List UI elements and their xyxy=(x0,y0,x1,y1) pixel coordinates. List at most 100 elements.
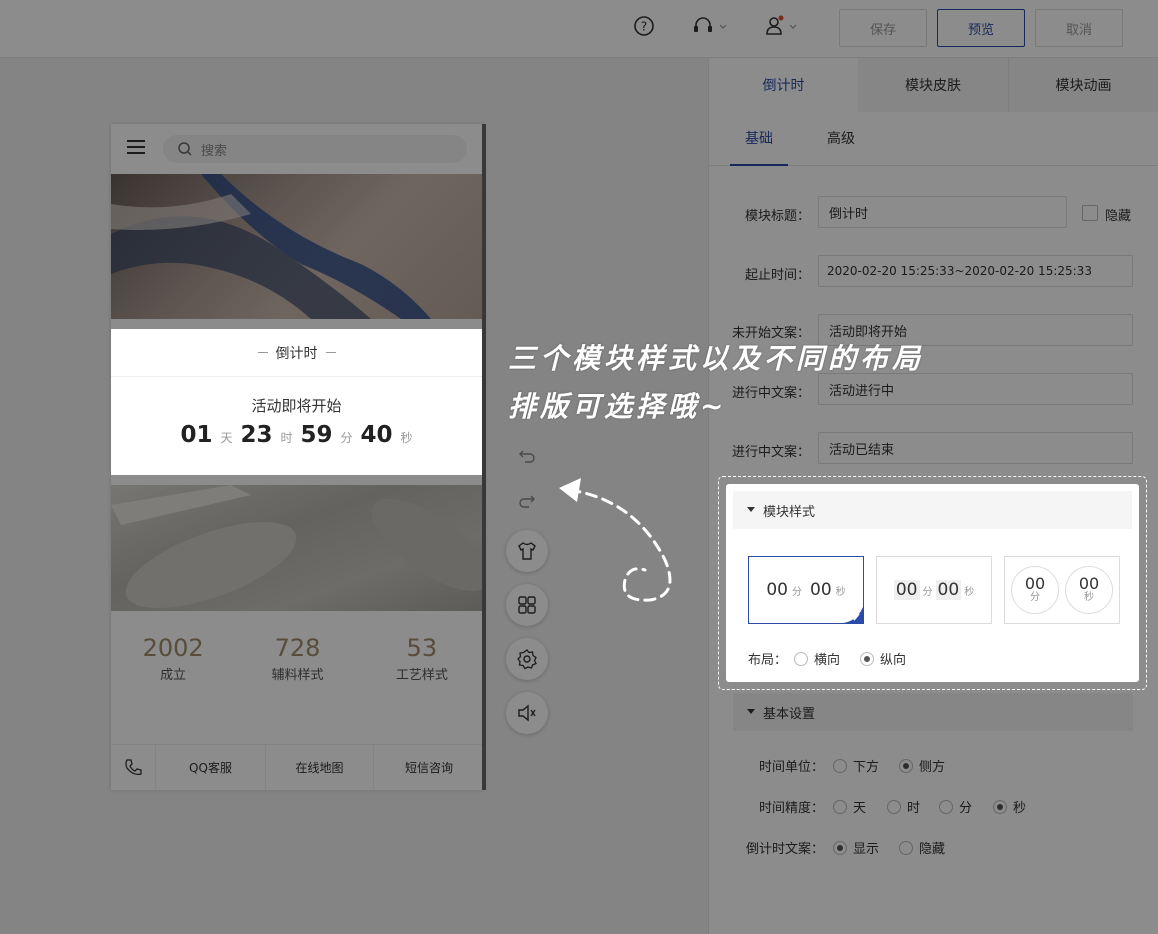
countdown-text-hide-option[interactable]: 隐藏 xyxy=(899,838,945,857)
option-label: 隐藏 xyxy=(919,842,946,857)
selected-check-icon xyxy=(843,607,863,623)
time-unit-label: 时间单位： xyxy=(758,760,824,775)
precision-hour-option[interactable]: 时 xyxy=(887,797,920,816)
countdown-text-label: 倒计时文案： xyxy=(745,842,824,857)
tab-module-skin[interactable]: 模块皮肤 xyxy=(858,58,1008,112)
phone-footer: QQ客服 在线地图 短信咨询 xyxy=(111,744,484,790)
precision-day-option[interactable]: 天 xyxy=(833,797,866,816)
sample-seconds-unit: 秒 xyxy=(964,586,975,598)
radio-icon xyxy=(833,799,847,814)
sample-minutes-circle: 00 分 xyxy=(1011,566,1059,614)
countdown-hours-unit: 时 xyxy=(280,431,293,445)
hide-checkbox[interactable] xyxy=(1082,205,1098,221)
preview-button[interactable]: 预览 xyxy=(937,9,1025,47)
help-icon[interactable]: ? xyxy=(633,15,655,37)
sample-minutes-unit: 分 xyxy=(1030,592,1040,604)
countdown-status-text: 活动即将开始 xyxy=(251,397,342,415)
module-style-section: 模块样式 00 分 00 秒 00 分 00 秒 00 分 00 秒 布局： 横… xyxy=(726,484,1139,682)
tab-countdown[interactable]: 倒计时 xyxy=(709,58,858,112)
time-unit-side-option[interactable]: 侧方 xyxy=(899,756,945,775)
subtab-basic[interactable]: 基础 xyxy=(730,126,788,166)
settings-button[interactable] xyxy=(506,638,548,680)
stat-item: 728 辅料样式 xyxy=(235,634,359,694)
radio-icon xyxy=(993,799,1007,814)
caret-down-icon xyxy=(747,507,755,512)
countdown-days-unit: 天 xyxy=(220,431,233,445)
stat-value: 728 xyxy=(274,634,321,662)
radio-icon xyxy=(887,799,901,814)
fabric-image xyxy=(111,485,484,611)
annotation-line-1: 三个模块样式以及不同的布局 xyxy=(508,342,925,375)
phone-call-icon[interactable] xyxy=(111,745,156,790)
radio-icon xyxy=(833,758,847,773)
redo-icon[interactable] xyxy=(517,490,537,510)
option-label: 天 xyxy=(853,801,867,816)
subtab-advanced[interactable]: 高级 xyxy=(812,126,870,166)
undo-icon[interactable] xyxy=(517,445,537,465)
style-option-1[interactable]: 00 分 00 秒 xyxy=(748,556,864,624)
menu-icon[interactable] xyxy=(127,139,147,159)
shirt-icon xyxy=(518,542,536,560)
basic-settings-title: 基本设置 xyxy=(763,706,816,722)
time-range-input[interactable]: 2020-02-20 15:25:33~2020-02-20 15:25:33 xyxy=(818,255,1133,287)
layout-horizontal-option[interactable]: 横向 xyxy=(794,649,840,668)
speaker-icon xyxy=(518,704,536,722)
phone-header: 搜索 xyxy=(111,124,484,174)
in-progress-input[interactable]: 活动进行中 xyxy=(818,373,1133,405)
stat-label: 成立 xyxy=(160,668,187,683)
precision-minute-option[interactable]: 分 xyxy=(939,797,972,816)
layout-vertical-option[interactable]: 纵向 xyxy=(860,649,906,668)
sample-minutes: 00 xyxy=(1024,574,1046,594)
stat-value: 2002 xyxy=(142,634,204,662)
sample-seconds-circle: 00 秒 xyxy=(1065,566,1113,614)
sample-seconds-unit: 秒 xyxy=(1084,592,1094,604)
option-label: 纵向 xyxy=(880,653,907,668)
footer-qq-service[interactable]: QQ客服 xyxy=(156,745,266,790)
precision-label: 时间精度： xyxy=(758,801,824,816)
radio-icon xyxy=(833,840,847,855)
countdown-module-highlight: 倒计时 活动即将开始 01 天 23 时 59 分 40 秒 xyxy=(111,329,482,475)
music-button[interactable] xyxy=(506,692,548,734)
search-input[interactable]: 搜索 xyxy=(163,135,467,163)
cancel-button[interactable]: 取消 xyxy=(1035,9,1123,47)
phone-scrollbar[interactable] xyxy=(482,124,486,790)
search-icon xyxy=(178,142,192,156)
caret-down-icon xyxy=(747,709,755,714)
top-toolbar: ? 保存 预览 取消 xyxy=(0,0,1158,58)
footer-online-map[interactable]: 在线地图 xyxy=(266,745,374,790)
ended-input[interactable]: 活动已结束 xyxy=(818,432,1133,464)
time-unit-below-option[interactable]: 下方 xyxy=(833,756,879,775)
countdown-title: 倒计时 xyxy=(275,345,318,362)
radio-icon xyxy=(860,651,874,666)
precision-second-option[interactable]: 秒 xyxy=(993,797,1026,816)
headset-icon[interactable] xyxy=(692,15,728,37)
basic-settings-header[interactable]: 基本设置 xyxy=(733,693,1133,731)
module-style-title: 模块样式 xyxy=(763,504,816,520)
annotation-line-2: 排版可选择哦~ xyxy=(508,390,728,423)
sample-minutes-unit: 分 xyxy=(922,586,933,598)
sample-seconds: 00 xyxy=(1078,574,1100,594)
save-button[interactable]: 保存 xyxy=(839,9,927,47)
tab-module-animation[interactable]: 模块动画 xyxy=(1008,58,1158,112)
grid-icon xyxy=(518,596,536,614)
modules-button[interactable] xyxy=(506,584,548,626)
sample-minutes: 00 xyxy=(766,580,788,600)
radio-icon xyxy=(794,651,808,666)
sample-seconds: 00 xyxy=(810,580,832,600)
module-style-header[interactable]: 模块样式 xyxy=(733,491,1132,529)
module-title-input[interactable]: 倒计时 xyxy=(818,196,1067,228)
stat-label: 辅料样式 xyxy=(271,668,324,683)
skin-button[interactable] xyxy=(506,530,548,572)
user-icon[interactable] xyxy=(764,15,800,37)
stat-value: 53 xyxy=(406,634,438,662)
sample-minutes: 00 xyxy=(893,580,920,600)
option-label: 显示 xyxy=(853,842,880,857)
hide-checkbox-label: 隐藏 xyxy=(1105,209,1132,224)
radio-icon xyxy=(939,799,953,814)
radio-icon xyxy=(899,840,913,855)
style-option-3[interactable]: 00 分 00 秒 xyxy=(1004,556,1120,624)
footer-sms-inquiry[interactable]: 短信咨询 xyxy=(374,745,484,790)
style-option-2[interactable]: 00 分 00 秒 xyxy=(876,556,992,624)
countdown-text-show-option[interactable]: 显示 xyxy=(833,838,879,857)
gear-icon xyxy=(517,649,537,670)
